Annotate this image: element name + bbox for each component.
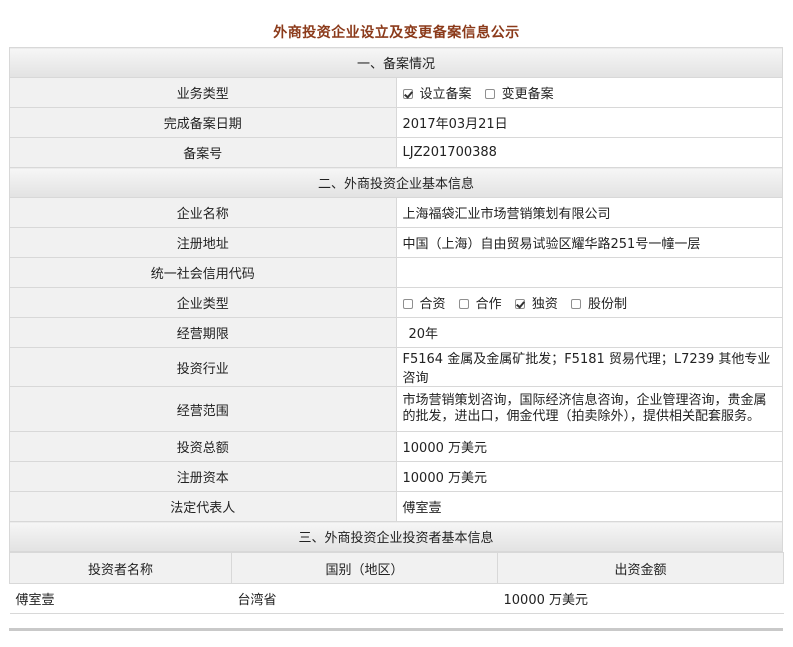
company-type-option-jv[interactable]: 合资: [402, 297, 446, 312]
filing-table: 一、备案情况 业务类型 设立备案 变更备案 完成备案日期 2017年03月21日…: [9, 47, 783, 552]
investors-header-row: 投资者名称 国别（地区） 出资金额: [9, 552, 784, 584]
address-value: 中国（上海）自由贸易试验区耀华路251号一幢一层: [395, 227, 783, 258]
company-type-label: 企业类型: [9, 287, 397, 318]
column-header-investor-name: 投资者名称: [9, 552, 232, 584]
section-header-investors: 三、外商投资企业投资者基本信息: [9, 521, 783, 552]
checkbox-checked-icon[interactable]: [514, 299, 525, 309]
checkbox-unchecked-icon[interactable]: [458, 299, 469, 309]
credit-code-label: 统一社会信用代码: [9, 257, 397, 288]
industry-label: 投资行业: [9, 347, 397, 387]
record-no-label: 备案号: [9, 137, 397, 168]
column-header-country: 国别（地区）: [231, 552, 498, 584]
registered-capital-value: 10000 万美元: [395, 461, 783, 492]
total-investment-value: 10000 万美元: [395, 431, 783, 462]
section-header-filing: 一、备案情况: [9, 47, 783, 78]
filing-info-form: 一、备案情况 业务类型 设立备案 变更备案 完成备案日期 2017年03月21日…: [9, 47, 784, 614]
address-label: 注册地址: [9, 227, 397, 258]
legal-rep-value: 傅室壹: [395, 491, 783, 522]
business-type-option-change[interactable]: 变更备案: [484, 87, 554, 102]
company-type-option-coop[interactable]: 合作: [458, 297, 502, 312]
business-type-options: 设立备案 变更备案: [395, 77, 783, 108]
scope-cell: 市场营销策划咨询，国际经济信息咨询，企业管理咨询，贵金属的批发，进出口，佣金代理…: [395, 386, 783, 432]
credit-code-value: [395, 257, 783, 288]
company-type-option-joint-stock[interactable]: 股份制: [570, 297, 627, 312]
investor-amount-cell: 10000 万美元: [497, 583, 784, 614]
completion-date-value: 2017年03月21日: [395, 107, 783, 138]
total-investment-label: 投资总额: [9, 431, 397, 462]
scope-value: 市场营销策划咨询，国际经济信息咨询，企业管理咨询，贵金属的批发，进出口，佣金代理…: [402, 393, 767, 424]
registered-capital-label: 注册资本: [9, 461, 397, 492]
scope-label: 经营范围: [9, 386, 397, 432]
section-header-company: 二、外商投资企业基本信息: [9, 167, 783, 198]
checkbox-unchecked-icon[interactable]: [570, 299, 581, 309]
bottom-divider: [9, 628, 783, 631]
record-no-value: LJZ201700388: [395, 137, 783, 168]
industry-value: F5164 金属及金属矿批发；F5181 贸易代理；L7239 其他专业咨询: [395, 347, 783, 387]
company-type-options: 合资 合作 独资 股份制: [395, 287, 783, 318]
investor-name-cell: 傅室壹: [9, 583, 232, 614]
term-label: 经营期限: [9, 317, 397, 348]
legal-rep-label: 法定代表人: [9, 491, 397, 522]
business-type-option-setup[interactable]: 设立备案: [402, 87, 472, 102]
investor-country-cell: 台湾省: [231, 583, 498, 614]
checkbox-unchecked-icon[interactable]: [402, 299, 413, 309]
term-value: 20年: [395, 317, 783, 348]
checkbox-unchecked-icon[interactable]: [484, 89, 495, 99]
checkbox-checked-icon[interactable]: [402, 89, 413, 99]
page-title: 外商投资企业设立及变更备案信息公示: [273, 25, 520, 41]
investors-table: 投资者名称 国别（地区） 出资金额 傅室壹 台湾省 10000 万美元: [9, 552, 784, 614]
completion-date-label: 完成备案日期: [9, 107, 397, 138]
company-name-label: 企业名称: [9, 197, 397, 228]
table-row: 傅室壹 台湾省 10000 万美元: [9, 583, 784, 614]
column-header-amount: 出资金额: [497, 552, 784, 584]
business-type-label: 业务类型: [9, 77, 397, 108]
company-type-option-wfoe[interactable]: 独资: [514, 297, 558, 312]
company-name-value: 上海福袋汇业市场营销策划有限公司: [395, 197, 783, 228]
